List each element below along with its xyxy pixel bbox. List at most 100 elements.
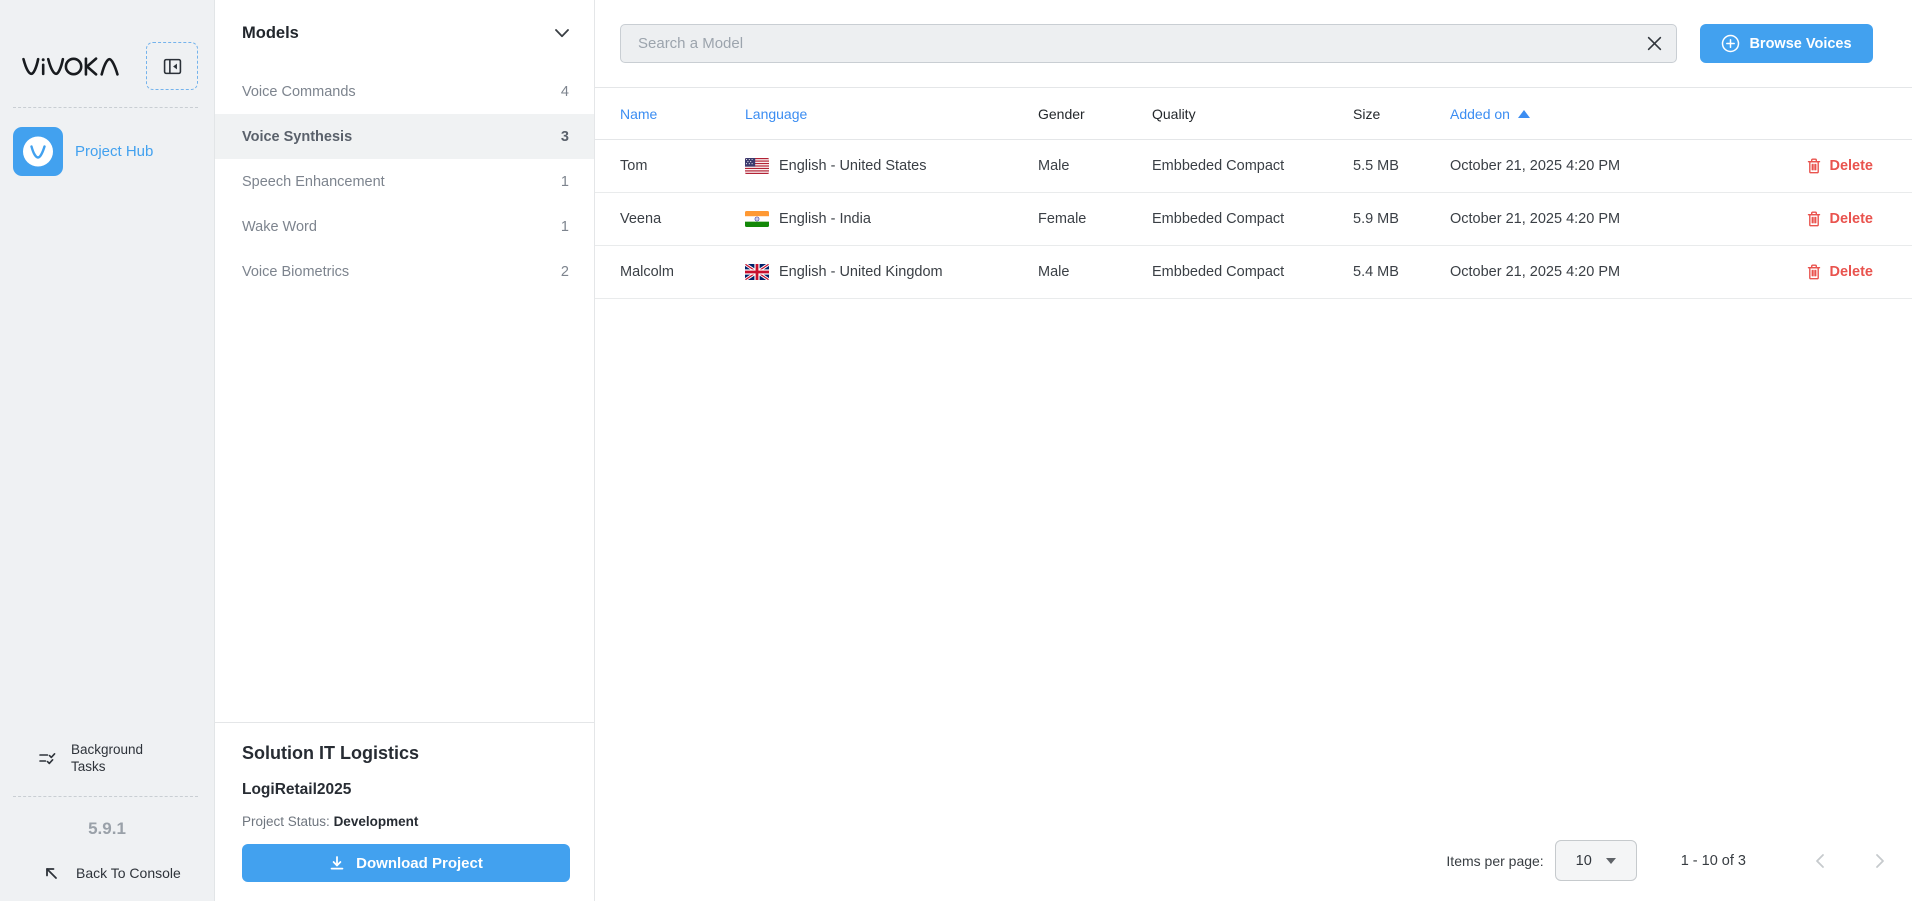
table-row[interactable]: Malcolm English - United Kingdom Male Em… bbox=[595, 246, 1912, 299]
model-category-speech-enhancement[interactable]: Speech Enhancement1 bbox=[215, 159, 594, 204]
cell-added-on: October 21, 2025 4:20 PM bbox=[1450, 211, 1753, 227]
plus-circle-icon bbox=[1721, 34, 1740, 53]
project-info-panel: Solution IT Logistics LogiRetail2025 Pro… bbox=[215, 722, 594, 901]
app-version: 5.9.1 bbox=[0, 819, 214, 839]
chevron-left-icon bbox=[1814, 853, 1826, 869]
project-name: LogiRetail2025 bbox=[242, 781, 570, 799]
cell-quality: Embbeded Compact bbox=[1152, 158, 1353, 174]
search-input[interactable] bbox=[621, 25, 1632, 62]
language-label: English - India bbox=[779, 211, 871, 227]
background-tasks-label: Background Tasks bbox=[71, 741, 155, 776]
browse-voices-label: Browse Voices bbox=[1749, 36, 1851, 52]
column-header-name[interactable]: Name bbox=[620, 106, 745, 122]
delete-button[interactable]: Delete bbox=[1807, 158, 1873, 174]
caret-down-icon bbox=[1606, 858, 1616, 864]
delete-label: Delete bbox=[1829, 264, 1873, 280]
items-per-page-select[interactable]: 10 bbox=[1555, 840, 1637, 881]
column-header-added-on[interactable]: Added on bbox=[1450, 106, 1753, 122]
model-category-label: Speech Enhancement bbox=[242, 174, 385, 190]
sidebar-divider-bottom bbox=[13, 796, 198, 797]
model-category-count: 4 bbox=[561, 84, 569, 100]
download-project-button[interactable]: Download Project bbox=[242, 844, 570, 882]
page-range-label: 1 - 10 of 3 bbox=[1681, 853, 1746, 869]
cell-language: English - United States bbox=[745, 158, 1038, 174]
sidebar-item-project-hub[interactable]: Project Hub bbox=[13, 127, 214, 176]
model-category-label: Voice Biometrics bbox=[242, 264, 349, 280]
arrow-up-left-icon bbox=[43, 865, 59, 881]
model-category-voice-synthesis[interactable]: Voice Synthesis 3 bbox=[215, 114, 594, 159]
app-sidebar: Project Hub Background Tasks 5.9.1 Back … bbox=[0, 0, 215, 901]
items-per-page-value: 10 bbox=[1576, 853, 1592, 869]
browse-voices-button[interactable]: Browse Voices bbox=[1700, 24, 1873, 63]
delete-button[interactable]: Delete bbox=[1807, 264, 1873, 280]
language-label: English - United States bbox=[779, 158, 927, 174]
trash-icon bbox=[1807, 264, 1821, 280]
logo-row bbox=[13, 42, 198, 90]
column-header-quality[interactable]: Quality bbox=[1152, 106, 1353, 122]
close-icon bbox=[1646, 35, 1663, 52]
model-category-label: Voice Synthesis bbox=[242, 129, 352, 145]
sidebar-item-background-tasks[interactable]: Background Tasks bbox=[38, 741, 214, 776]
column-header-language[interactable]: Language bbox=[745, 106, 1038, 122]
chevron-down-icon[interactable] bbox=[555, 29, 569, 38]
back-to-console-button[interactable]: Back To Console bbox=[43, 865, 214, 881]
search-clear-button[interactable] bbox=[1632, 25, 1676, 62]
cell-gender: Male bbox=[1038, 158, 1152, 174]
flag-india-icon bbox=[745, 211, 769, 227]
cell-size: 5.5 MB bbox=[1353, 158, 1450, 174]
table-row[interactable]: Veena English - India Female Embbeded Co… bbox=[595, 193, 1912, 246]
download-project-label: Download Project bbox=[356, 855, 483, 872]
model-category-voice-commands[interactable]: Voice Commands 4 bbox=[215, 69, 594, 114]
project-hub-icon bbox=[13, 127, 63, 176]
table-row[interactable]: Tom English - United States Male Embbede… bbox=[595, 140, 1912, 193]
model-category-count: 2 bbox=[561, 264, 569, 280]
model-category-wake-word[interactable]: Wake Word 1 bbox=[215, 204, 594, 249]
table-header-row: Name Language Gender Quality Size Added … bbox=[595, 88, 1912, 140]
column-header-added-on-label: Added on bbox=[1450, 106, 1510, 122]
triangle-up-icon bbox=[1518, 110, 1530, 118]
model-category-voice-biometrics[interactable]: Voice Biometrics 2 bbox=[215, 249, 594, 294]
model-category-count: 1 bbox=[561, 219, 569, 235]
table-body: Tom English - United States Male Embbede… bbox=[595, 140, 1912, 299]
project-status-label: Project Status: bbox=[242, 814, 330, 829]
cell-added-on: October 21, 2025 4:20 PM bbox=[1450, 264, 1753, 280]
back-to-console-label: Back To Console bbox=[76, 865, 181, 881]
models-panel-title: Models bbox=[242, 24, 299, 43]
models-panel: Models Voice Commands 4 Voice Synthesis 3 Sp… bbox=[215, 0, 595, 901]
panel-collapse-left-icon bbox=[163, 57, 182, 76]
previous-page-button[interactable] bbox=[1800, 841, 1840, 881]
trash-icon bbox=[1807, 158, 1821, 174]
model-category-label: Wake Word bbox=[242, 219, 317, 235]
cell-language: English - India bbox=[745, 211, 1038, 227]
column-header-gender[interactable]: Gender bbox=[1038, 106, 1152, 122]
cell-name: Malcolm bbox=[620, 264, 745, 280]
sidebar-divider-top bbox=[13, 107, 198, 108]
flag-united-states-icon bbox=[745, 158, 769, 174]
toolbar: Browse Voices bbox=[595, 0, 1912, 88]
project-hub-label: Project Hub bbox=[75, 143, 153, 160]
chevron-right-icon bbox=[1874, 853, 1886, 869]
column-header-size[interactable]: Size bbox=[1353, 106, 1450, 122]
cell-quality: Embbeded Compact bbox=[1152, 211, 1353, 227]
cell-language: English - United Kingdom bbox=[745, 264, 1038, 280]
language-label: English - United Kingdom bbox=[779, 264, 943, 280]
project-status-value: Development bbox=[334, 814, 419, 829]
solution-title: Solution IT Logistics bbox=[242, 743, 570, 764]
next-page-button[interactable] bbox=[1860, 841, 1900, 881]
flag-united-kingdom-icon bbox=[745, 264, 769, 280]
model-category-list: Voice Commands 4 Voice Synthesis 3 Speech En… bbox=[215, 69, 594, 294]
models-panel-header[interactable]: Models bbox=[215, 0, 594, 43]
project-status: Project Status: Development bbox=[242, 814, 570, 829]
vivoka-logo bbox=[13, 53, 133, 80]
paginator: Items per page: 10 1 - 10 of 3 bbox=[595, 840, 1900, 881]
cell-gender: Female bbox=[1038, 211, 1152, 227]
main-content: Browse Voices Name Language Gender Quali… bbox=[595, 0, 1912, 901]
sidebar-collapse-button[interactable] bbox=[146, 42, 198, 90]
items-per-page-label: Items per page: bbox=[1446, 853, 1543, 869]
model-category-label: Voice Commands bbox=[242, 84, 356, 100]
model-category-count: 3 bbox=[561, 129, 569, 145]
delete-button[interactable]: Delete bbox=[1807, 211, 1873, 227]
cell-size: 5.9 MB bbox=[1353, 211, 1450, 227]
cell-name: Tom bbox=[620, 158, 745, 174]
cell-gender: Male bbox=[1038, 264, 1152, 280]
